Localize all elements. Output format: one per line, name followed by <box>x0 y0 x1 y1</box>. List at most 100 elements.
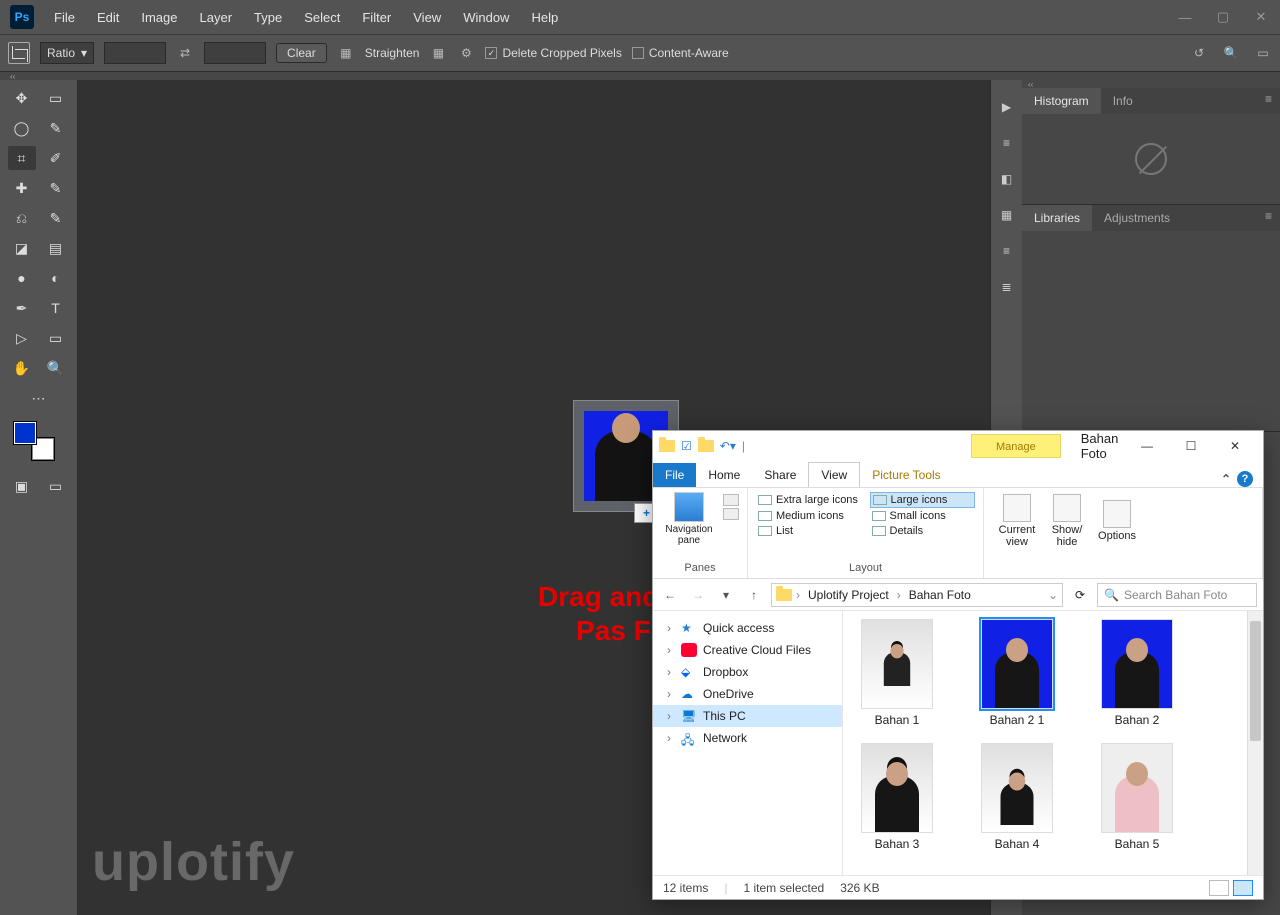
layout-medium[interactable]: Medium icons <box>756 509 862 523</box>
pen-tool-icon[interactable]: ✒ <box>8 296 36 320</box>
tab-info[interactable]: Info <box>1101 88 1145 114</box>
file-item-selected[interactable]: Bahan 2 1 <box>969 619 1065 727</box>
reset-icon[interactable]: ↺ <box>1190 44 1208 62</box>
tab-home[interactable]: Home <box>696 463 752 487</box>
menu-file[interactable]: File <box>44 6 85 29</box>
crop-height-input[interactable] <box>204 42 266 64</box>
details-pane-button[interactable] <box>723 508 739 520</box>
properties-icon[interactable]: ☑ <box>681 439 692 453</box>
paragraph-icon[interactable]: ≣ <box>1001 280 1011 294</box>
undo-icon[interactable]: ↶▾ <box>720 439 736 453</box>
show-hide-button[interactable]: Show/ hide <box>1042 492 1092 550</box>
layout-small[interactable]: Small icons <box>870 509 976 523</box>
preview-pane-button[interactable] <box>723 494 739 506</box>
blur-tool-icon[interactable]: ● <box>8 266 36 290</box>
brush-tool-icon[interactable]: ✎ <box>42 176 70 200</box>
menu-select[interactable]: Select <box>294 6 350 29</box>
ratio-dropdown[interactable]: Ratio▾ <box>40 42 94 64</box>
menu-layer[interactable]: Layer <box>190 6 243 29</box>
menu-window[interactable]: Window <box>453 6 519 29</box>
file-item[interactable]: Bahan 5 <box>1089 743 1185 851</box>
ribbon-collapse-icon[interactable]: ⌃ <box>1221 472 1231 486</box>
tab-view[interactable]: View <box>808 462 860 487</box>
explorer-maximize-button[interactable]: ☐ <box>1169 432 1213 460</box>
crop-tool-icon[interactable]: ⌗ <box>8 146 36 170</box>
close-button[interactable]: ✕ <box>1242 5 1280 29</box>
play-icon[interactable]: ▶ <box>1002 100 1011 114</box>
menu-view[interactable]: View <box>403 6 451 29</box>
move-tool-icon[interactable]: ✥ <box>8 86 36 110</box>
char-icon[interactable]: ≡ <box>1003 244 1010 258</box>
crop-width-input[interactable] <box>104 42 166 64</box>
history-brush-icon[interactable]: ✎ <box>42 206 70 230</box>
search-input[interactable]: 🔍Search Bahan Foto <box>1097 583 1257 607</box>
layout-large[interactable]: Large icons <box>870 492 976 508</box>
content-aware-checkbox[interactable]: Content-Aware <box>632 46 729 60</box>
navigation-pane-button[interactable]: Navigation pane <box>661 492 717 546</box>
clear-button[interactable]: Clear <box>276 43 327 63</box>
nav-recent-dropdown[interactable]: ▾ <box>715 584 737 606</box>
tree-quick-access[interactable]: ›★Quick access <box>653 617 842 639</box>
icons-view-button[interactable] <box>1233 880 1253 896</box>
refresh-button[interactable]: ⟳ <box>1069 584 1091 606</box>
chevron-down-icon[interactable]: ⌄ <box>1048 588 1058 602</box>
explorer-titlebar[interactable]: ☑ ↶▾ | Manage Bahan Foto — ☐ ✕ <box>653 431 1263 461</box>
levels-icon[interactable]: ≡ <box>1003 136 1010 150</box>
new-folder-icon[interactable] <box>698 440 714 452</box>
folder-icon[interactable] <box>659 440 675 452</box>
file-item[interactable]: Bahan 3 <box>849 743 945 851</box>
tab-share[interactable]: Share <box>752 463 808 487</box>
adjustment-icon[interactable]: ◧ <box>1001 172 1012 186</box>
eyedropper-tool-icon[interactable]: ✐ <box>42 146 70 170</box>
breadcrumb[interactable]: Bahan Foto <box>905 588 975 602</box>
current-view-button[interactable]: Current view <box>992 492 1042 550</box>
panel-menu-icon[interactable]: ≡ <box>1257 88 1280 114</box>
layout-details[interactable]: Details <box>870 524 976 538</box>
straighten-icon[interactable]: ▦ <box>337 44 355 62</box>
tree-dropbox[interactable]: ›⬙Dropbox <box>653 661 842 683</box>
nav-back-button[interactable]: ← <box>659 584 681 606</box>
hand-tool-icon[interactable]: ✋ <box>8 356 36 380</box>
tab-histogram[interactable]: Histogram <box>1022 88 1101 114</box>
tab-libraries[interactable]: Libraries <box>1022 205 1092 231</box>
tree-network[interactable]: ›🖧Network <box>653 727 842 749</box>
tab-picture-tools[interactable]: Picture Tools <box>860 463 952 487</box>
stamp-tool-icon[interactable]: ⎌ <box>8 206 36 230</box>
maximize-button[interactable]: ▢ <box>1204 5 1242 29</box>
file-list[interactable]: Bahan 1 Bahan 2 1 Bahan 2 Bahan 3 Bahan … <box>843 611 1247 875</box>
panel-collapse-icon[interactable]: ‹‹ <box>1022 80 1280 88</box>
type-tool-icon[interactable]: T <box>42 296 70 320</box>
gear-icon[interactable]: ⚙ <box>457 44 475 62</box>
overlay-grid-icon[interactable]: ▦ <box>429 44 447 62</box>
quick-select-tool-icon[interactable]: ✎ <box>42 116 70 140</box>
workspace-icon[interactable]: ▭ <box>1254 44 1272 62</box>
marquee-tool-icon[interactable]: ▭ <box>42 86 70 110</box>
file-item[interactable]: Bahan 4 <box>969 743 1065 851</box>
details-view-button[interactable] <box>1209 880 1229 896</box>
layout-extra-large[interactable]: Extra large icons <box>756 492 862 508</box>
menu-filter[interactable]: Filter <box>352 6 401 29</box>
swap-icon[interactable]: ⇄ <box>176 44 194 62</box>
more-tools-icon[interactable]: ⋯ <box>25 386 53 410</box>
eraser-tool-icon[interactable]: ◪ <box>8 236 36 260</box>
foreground-color[interactable] <box>14 422 36 444</box>
help-icon[interactable]: ? <box>1237 471 1253 487</box>
delete-cropped-checkbox[interactable]: ✓Delete Cropped Pixels <box>485 46 621 60</box>
menu-type[interactable]: Type <box>244 6 292 29</box>
menu-image[interactable]: Image <box>131 6 187 29</box>
menu-help[interactable]: Help <box>521 6 568 29</box>
tree-creative-cloud[interactable]: ›Creative Cloud Files <box>653 639 842 661</box>
file-item[interactable]: Bahan 1 <box>849 619 945 727</box>
minimize-button[interactable]: — <box>1166 5 1204 29</box>
explorer-minimize-button[interactable]: — <box>1125 432 1169 460</box>
crop-tool-icon[interactable] <box>8 42 30 64</box>
path-select-icon[interactable]: ▷ <box>8 326 36 350</box>
options-button[interactable]: Options <box>1092 492 1142 550</box>
address-bar[interactable]: › Uplotify Project › Bahan Foto ⌄ <box>771 583 1063 607</box>
collapse-strip[interactable]: ‹‹ <box>0 72 1280 80</box>
gradient-tool-icon[interactable]: ▤ <box>42 236 70 260</box>
lasso-tool-icon[interactable]: ◯ <box>8 116 36 140</box>
panel-menu-icon[interactable]: ≡ <box>1257 205 1280 231</box>
screenmode-icon[interactable]: ▭ <box>42 474 70 498</box>
quickmask-icon[interactable]: ▣ <box>8 474 36 498</box>
